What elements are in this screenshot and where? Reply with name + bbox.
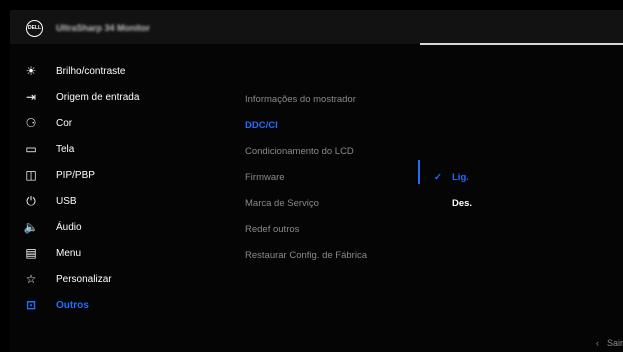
- chevron-left-icon: ‹: [595, 338, 599, 348]
- submenu-item-firmware[interactable]: Firmware: [245, 164, 425, 190]
- menu-item-label: PIP/PBP: [56, 169, 95, 181]
- submenu-item-info[interactable]: Informações do mostrador: [245, 86, 425, 112]
- submenu: Informações do mostrador DDC/CI Condicio…: [245, 86, 425, 268]
- option-list: ✓ Lig. Des.: [434, 164, 472, 216]
- menu-item-label: Áudio: [56, 221, 82, 233]
- menu-item-label: Menu: [56, 247, 82, 259]
- brightness-icon: ☀: [25, 64, 37, 78]
- menu-item-label: Outros: [56, 299, 89, 311]
- menu-item-tela[interactable]: ▭ Tela: [22, 136, 222, 162]
- menu-item-outros[interactable]: ⊡ Outros: [22, 292, 222, 318]
- speaker-icon: 🔈: [23, 220, 39, 234]
- option-on[interactable]: ✓ Lig.: [434, 164, 472, 190]
- osd-window: DELL UltraSharp 34 Monitor ☀ Brilho/contr…: [10, 10, 623, 352]
- menu-item-pip[interactable]: ◫ PIP/PBP: [22, 162, 222, 188]
- menu-item-personalizar[interactable]: ☆ Personalizar: [22, 266, 222, 292]
- display-icon: ▭: [25, 142, 37, 156]
- menu-item-brilho[interactable]: ☀ Brilho/contraste: [22, 58, 222, 84]
- input-source-icon: ⇥: [25, 90, 37, 104]
- usb-icon: ⏻: [26, 193, 36, 208]
- menu-item-menu[interactable]: ▤ Menu: [22, 240, 222, 266]
- header-divider: [420, 43, 623, 45]
- menu-item-label: Cor: [56, 117, 73, 129]
- exit-label: Sair: [606, 338, 623, 348]
- monitor-model: UltraSharp 34 Monitor: [56, 23, 151, 33]
- palette-icon: ⚆: [25, 116, 37, 130]
- menu-item-label: Tela: [56, 143, 75, 155]
- pip-icon: ◫: [25, 168, 37, 182]
- menu-item-cor[interactable]: ⚆ Cor: [22, 110, 222, 136]
- menu-item-label: Personalizar: [56, 273, 112, 285]
- menu-item-origem[interactable]: ⇥ Origem de entrada: [22, 84, 222, 110]
- menu-icon: ▤: [25, 246, 37, 260]
- submenu-item-service-tag[interactable]: Marca de Serviço: [245, 190, 425, 216]
- menu-item-usb[interactable]: ⏻ USB: [22, 188, 222, 214]
- submenu-item-lcd[interactable]: Condicionamento do LCD: [245, 138, 425, 164]
- main-menu: ☀ Brilho/contraste ⇥ Origem de entrada ⚆ Co…: [22, 58, 222, 318]
- selection-indicator: [418, 160, 420, 184]
- check-icon: ✓: [434, 171, 442, 183]
- option-label: Lig.: [452, 171, 469, 183]
- others-icon: ⊡: [25, 298, 37, 312]
- menu-item-label: Brilho/contraste: [56, 65, 126, 77]
- menu-item-label: USB: [56, 195, 77, 207]
- dell-logo: DELL: [26, 20, 43, 37]
- exit-button[interactable]: ‹ Sair: [596, 338, 623, 348]
- menu-item-label: Origem de entrada: [56, 91, 140, 103]
- option-off[interactable]: Des.: [434, 190, 472, 216]
- osd-header: DELL UltraSharp 34 Monitor: [10, 10, 623, 44]
- submenu-item-ddcci[interactable]: DDC/CI: [245, 112, 425, 138]
- option-label: Des.: [452, 197, 473, 209]
- star-icon: ☆: [25, 272, 37, 286]
- menu-item-audio[interactable]: 🔈 Áudio: [22, 214, 222, 240]
- submenu-item-factory-reset[interactable]: Restaurar Config. de Fábrica: [245, 242, 425, 268]
- submenu-item-reset-others[interactable]: Redef outros: [245, 216, 425, 242]
